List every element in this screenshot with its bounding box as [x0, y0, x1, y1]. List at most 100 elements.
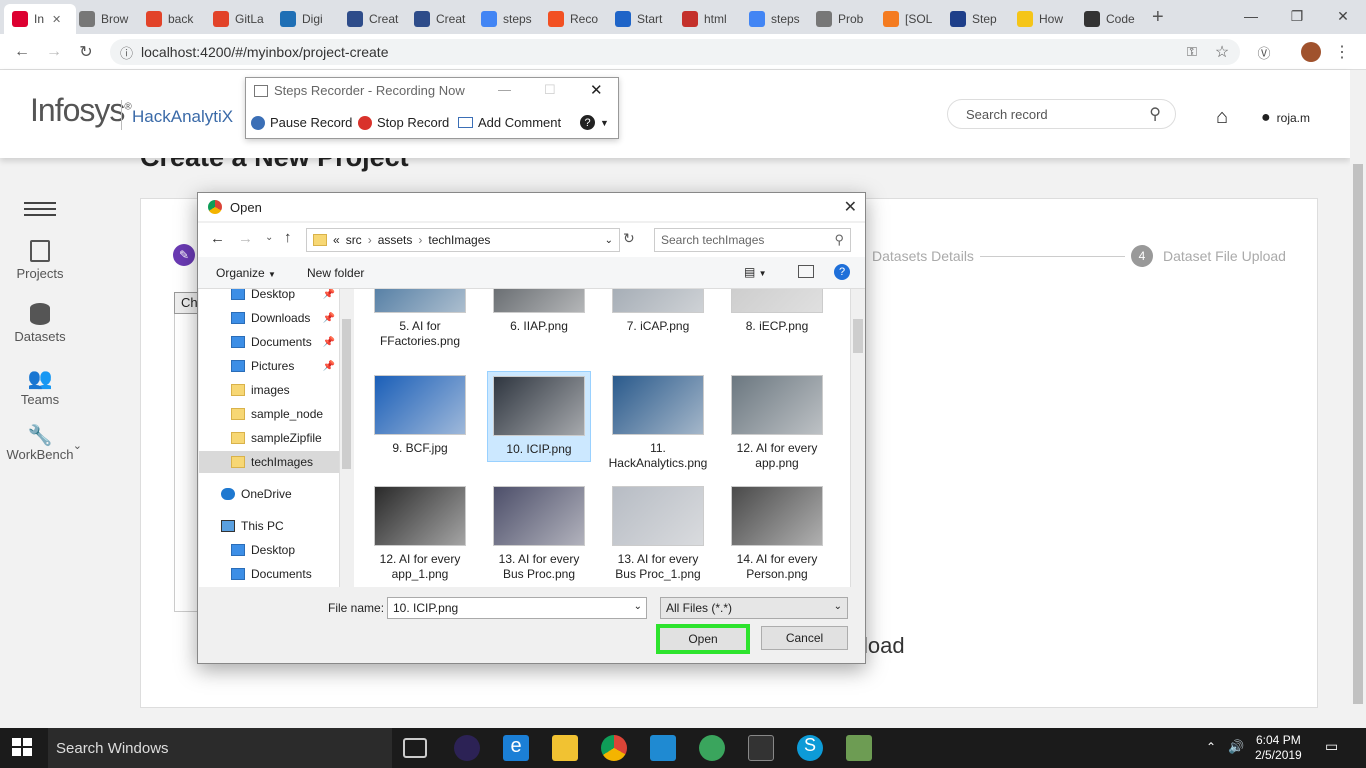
eclipse-icon[interactable]: [454, 735, 480, 761]
browser-tab[interactable]: GitLa: [205, 4, 272, 34]
file-item[interactable]: 7. iCAP.png: [606, 289, 710, 338]
volume-icon[interactable]: 🔊: [1228, 739, 1244, 755]
nav-scrollbar[interactable]: [339, 289, 353, 587]
back-icon[interactable]: ←: [210, 230, 225, 247]
vscode-icon[interactable]: [650, 735, 676, 761]
stop-record-button[interactable]: Stop Record: [358, 115, 449, 130]
nav-item[interactable]: Downloads 📌: [199, 307, 339, 329]
sidebar-item-teams[interactable]: 👥 Teams: [0, 366, 80, 407]
file-item[interactable]: 12. AI for every app.png: [725, 371, 829, 475]
recorder-close-icon[interactable]: ✕: [590, 81, 603, 99]
forward-icon[interactable]: →: [42, 40, 66, 64]
browser-tab[interactable]: Creat: [406, 4, 473, 34]
nav-item[interactable]: Desktop 📌: [199, 289, 339, 305]
minimize-icon[interactable]: —: [1228, 0, 1274, 32]
breadcrumb-overflow[interactable]: «: [333, 233, 340, 247]
terminal-icon[interactable]: [748, 735, 774, 761]
recorder-minimize-icon[interactable]: —: [498, 82, 511, 97]
tray-chevron-icon[interactable]: ⌃: [1206, 740, 1216, 754]
browser-tab[interactable]: Start: [607, 4, 674, 34]
taskbar-search[interactable]: Search Windows: [48, 728, 392, 768]
notifications-icon[interactable]: ▭: [1325, 738, 1338, 755]
nav-item[interactable]: Desktop: [199, 539, 339, 561]
search-icon[interactable]: ⚲: [1149, 104, 1161, 124]
pause-record-button[interactable]: Pause Record: [251, 115, 352, 130]
file-explorer-icon[interactable]: [552, 735, 578, 761]
browser-tab[interactable]: Digi: [272, 4, 339, 34]
back-icon[interactable]: ←: [10, 40, 34, 64]
chrome-icon[interactable]: [601, 735, 627, 761]
bookmark-star-icon[interactable]: ☆: [1210, 40, 1234, 64]
file-item[interactable]: 10. ICIP.png: [487, 371, 591, 462]
recent-chevron-icon[interactable]: ⌄: [265, 232, 273, 243]
refresh-icon[interactable]: ↻: [623, 230, 635, 247]
breadcrumb-assets[interactable]: assets: [378, 233, 413, 247]
file-item[interactable]: 11. HackAnalytics.png: [606, 371, 710, 475]
file-item[interactable]: 9. BCF.jpg: [368, 371, 472, 460]
browser-tab[interactable]: Prob: [808, 4, 875, 34]
chevron-down-icon[interactable]: ⌄: [634, 601, 642, 612]
browser-tab[interactable]: [SOL: [875, 4, 942, 34]
new-tab-icon[interactable]: +: [1152, 6, 1164, 29]
browser-tab[interactable]: How: [1009, 4, 1076, 34]
edge-icon[interactable]: e: [503, 735, 529, 761]
file-item[interactable]: 13. AI for every Bus Proc.png: [487, 482, 591, 586]
nav-item[interactable]: Documents: [199, 563, 339, 585]
browser-tab[interactable]: Creat: [339, 4, 406, 34]
browser-tab[interactable]: steps: [741, 4, 808, 34]
chevron-down-icon[interactable]: ⌄: [605, 235, 613, 246]
dialog-close-icon[interactable]: ✕: [844, 197, 857, 217]
view-options-icon[interactable]: ▤ ▼: [744, 265, 767, 279]
file-type-select[interactable]: All Files (*.*) ⌄: [660, 597, 848, 619]
breadcrumb[interactable]: « src › assets › techImages ⌄: [306, 228, 620, 252]
home-icon[interactable]: ⌂: [1216, 106, 1228, 129]
menu-icon[interactable]: ⋮: [1330, 40, 1354, 64]
key-icon[interactable]: ⚿: [1180, 40, 1204, 64]
add-comment-button[interactable]: Add Comment: [458, 115, 561, 130]
browser-tab[interactable]: In ✕: [4, 4, 76, 34]
page-scrollbar[interactable]: [1350, 70, 1366, 728]
nav-item[interactable]: OneDrive: [199, 483, 339, 505]
file-scrollbar[interactable]: [850, 289, 865, 587]
nav-item[interactable]: techImages: [199, 451, 339, 473]
file-item[interactable]: 12. AI for every app_1.png: [368, 482, 472, 586]
profile-avatar[interactable]: [1299, 40, 1323, 64]
breadcrumb-techimages[interactable]: techImages: [428, 233, 490, 247]
nav-item[interactable]: images: [199, 379, 339, 401]
steps-recorder-icon[interactable]: [846, 735, 872, 761]
search-record-input[interactable]: Search record ⚲: [947, 99, 1176, 129]
restore-icon[interactable]: ❐: [1274, 0, 1320, 32]
skype-icon[interactable]: S: [797, 735, 823, 761]
user-menu[interactable]: ● roja.m: [1261, 109, 1310, 127]
nav-item[interactable]: This PC: [199, 515, 339, 537]
file-item[interactable]: 6. IIAP.png: [487, 289, 591, 338]
open-button[interactable]: Open: [656, 624, 750, 654]
sidebar-item-projects[interactable]: Projects: [0, 240, 80, 281]
breadcrumb-src[interactable]: src: [346, 233, 362, 247]
address-bar[interactable]: ⓘ localhost:4200/#/myinbox/project-creat…: [110, 39, 1240, 65]
browser-tab[interactable]: Reco: [540, 4, 607, 34]
windows-start-icon[interactable]: [12, 738, 34, 758]
browser-tab[interactable]: back: [138, 4, 205, 34]
nav-item[interactable]: Pictures 📌: [199, 355, 339, 377]
file-item[interactable]: 8. iECP.png: [725, 289, 829, 338]
preview-pane-icon[interactable]: [798, 265, 814, 278]
organize-button[interactable]: Organize ▼: [216, 266, 276, 280]
browser-tab[interactable]: steps: [473, 4, 540, 34]
chevron-down-icon[interactable]: ⌄: [73, 439, 82, 452]
browser-tab[interactable]: Brow: [71, 4, 138, 34]
up-icon[interactable]: ↑: [284, 229, 292, 246]
cancel-button[interactable]: Cancel: [761, 626, 848, 650]
new-folder-button[interactable]: New folder: [307, 266, 364, 280]
browser-tab[interactable]: html: [674, 4, 741, 34]
file-item[interactable]: 14. AI for every Person.png: [725, 482, 829, 586]
url-text[interactable]: localhost:4200/#/myinbox/project-create: [141, 44, 388, 60]
close-window-icon[interactable]: ✕: [1320, 0, 1366, 32]
taskbar-clock[interactable]: 6:04 PM 2/5/2019: [1255, 733, 1302, 763]
file-name-input[interactable]: 10. ICIP.png ⌄: [387, 597, 647, 619]
sidebar-item-workbench[interactable]: 🔧 WorkBench ⌄: [0, 423, 82, 462]
extension-icon[interactable]: Ⓥ: [1252, 40, 1276, 64]
file-item[interactable]: 13. AI for every Bus Proc_1.png: [606, 482, 710, 586]
browser-tab[interactable]: Code: [1076, 4, 1143, 34]
tab-close-icon[interactable]: ✕: [52, 13, 61, 26]
